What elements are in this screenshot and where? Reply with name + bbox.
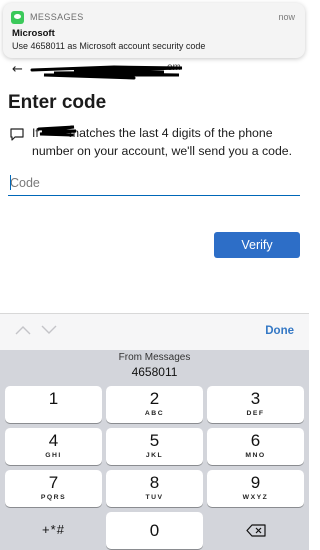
notification-banner[interactable]: MESSAGES now Microsoft Use 4658011 as Mi…	[3, 3, 305, 58]
notification-app-name: MESSAGES	[30, 12, 84, 22]
symbols-key[interactable]: +*#	[5, 512, 102, 549]
delete-key[interactable]	[207, 512, 304, 549]
notification-title: Microsoft	[12, 28, 55, 39]
chevron-up-icon[interactable]	[15, 325, 31, 335]
code-input[interactable]	[8, 171, 300, 196]
key-6[interactable]: 6 MNO	[207, 428, 304, 465]
key-2[interactable]: 2 ABC	[106, 386, 203, 423]
numeric-keyboard: From Messages 4658011 1 2 ABC 3 DEF 4 GHI 5…	[0, 350, 309, 550]
redaction-scribble-icon	[30, 65, 183, 80]
page-title: Enter code	[8, 92, 107, 113]
notification-time: now	[278, 12, 295, 22]
keyboard-accessory-bar: Done	[0, 313, 309, 350]
chevron-down-icon[interactable]	[41, 325, 57, 335]
text-caret	[10, 175, 11, 190]
key-4[interactable]: 4 GHI	[5, 428, 102, 465]
done-button[interactable]: Done	[265, 325, 294, 337]
suggestion-code: 4658011	[131, 365, 178, 379]
backspace-icon	[246, 524, 266, 537]
chat-bubble-icon	[10, 128, 24, 141]
autofill-suggestion[interactable]: From Messages 4658011	[0, 350, 309, 384]
key-9[interactable]: 9 WXYZ	[207, 470, 304, 507]
key-5[interactable]: 5 JKL	[106, 428, 203, 465]
suggestion-source: From Messages	[118, 352, 191, 363]
verify-button[interactable]: Verify	[214, 232, 300, 258]
redaction-scribble-icon	[37, 125, 77, 137]
key-8[interactable]: 8 TUV	[106, 470, 203, 507]
key-0[interactable]: 0	[106, 512, 203, 549]
key-1[interactable]: 1	[5, 386, 102, 423]
messages-app-icon	[11, 11, 24, 24]
notification-body: Use 4658011 as Microsoft account securit…	[12, 41, 206, 51]
key-3[interactable]: 3 DEF	[207, 386, 304, 423]
key-7[interactable]: 7 PQRS	[5, 470, 102, 507]
